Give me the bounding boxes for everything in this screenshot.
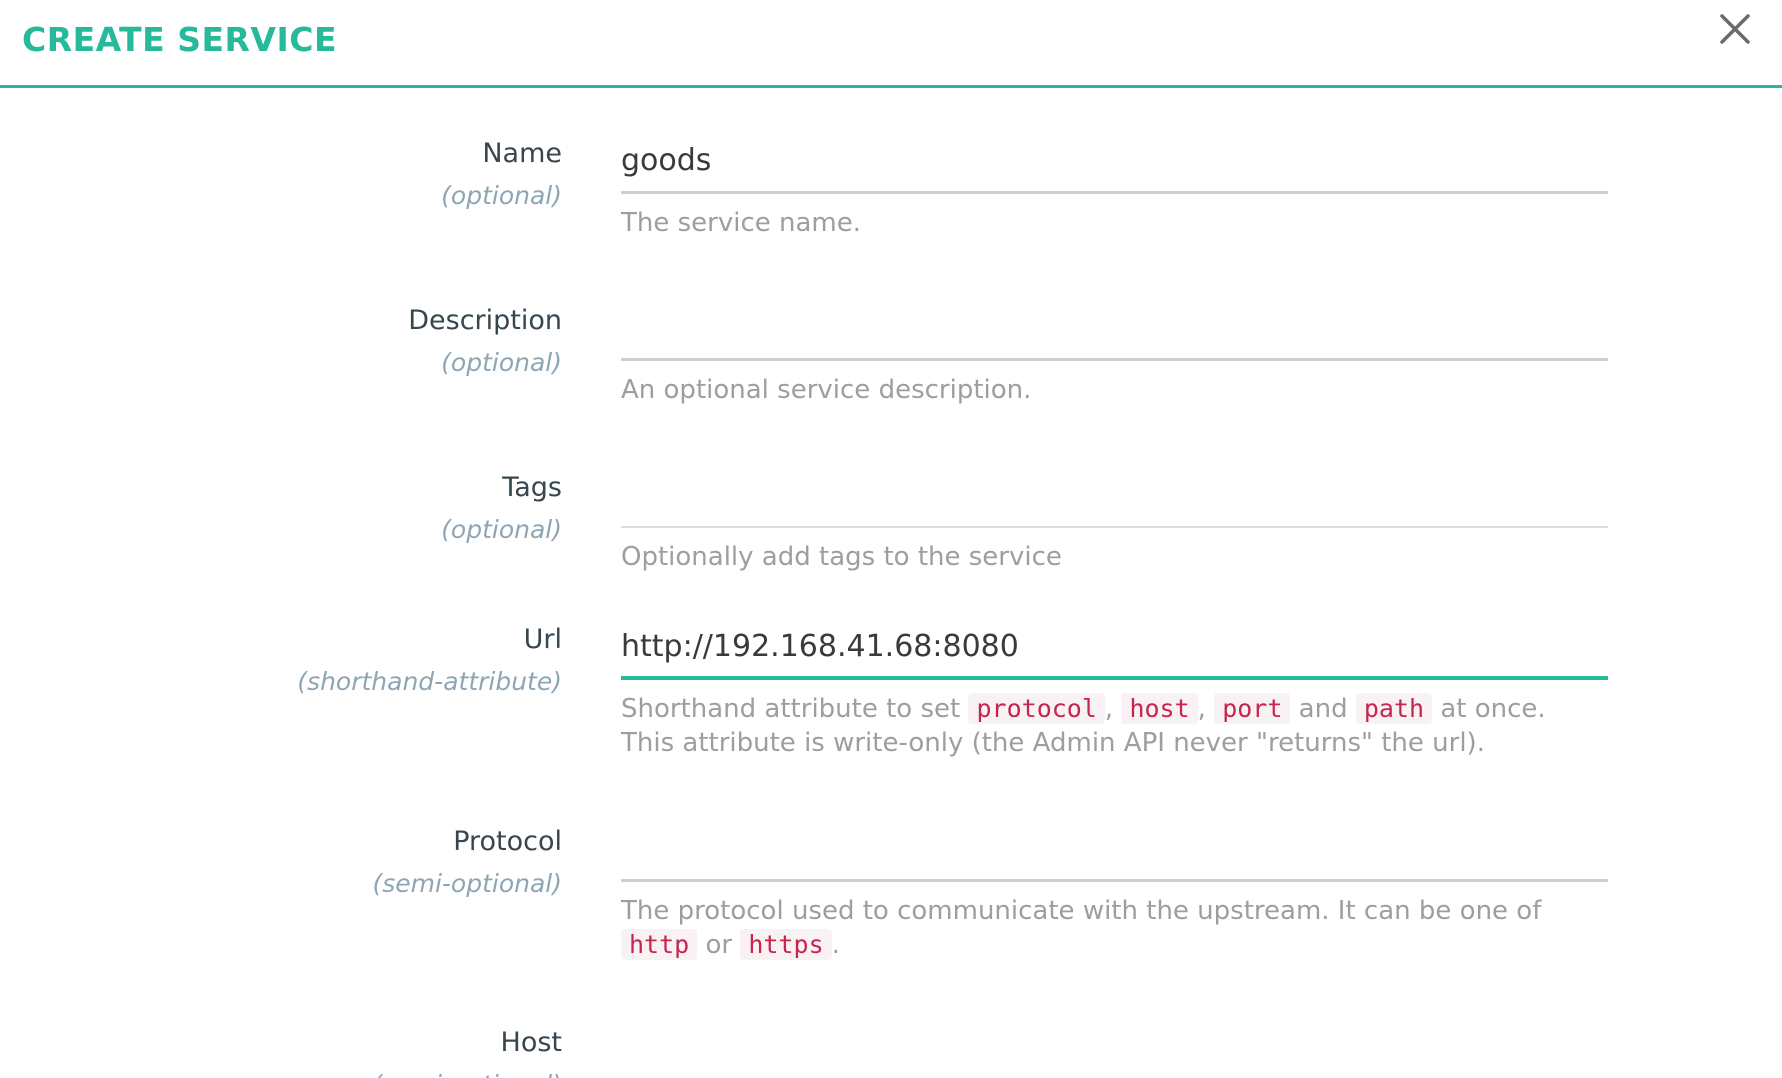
field-name-input-group: The service name. xyxy=(621,136,1608,240)
url-input[interactable] xyxy=(621,622,1608,680)
field-description-label: Description xyxy=(408,305,562,336)
field-host-label-group: Host (semi-optional) xyxy=(0,1025,562,1078)
dialog-header: CREATE SERVICE xyxy=(0,0,1782,88)
protocol-help-prefix: The protocol used to communicate with th… xyxy=(621,896,1542,926)
field-url-sublabel: (shorthand-attribute) xyxy=(297,667,562,696)
field-name-label-group: Name (optional) xyxy=(0,136,562,214)
field-tags-label-group: Tags (optional) xyxy=(0,470,562,548)
field-protocol-label-group: Protocol (semi-optional) xyxy=(0,824,562,902)
protocol-help-or: or xyxy=(705,930,733,960)
field-tags-input-group: Optionally add tags to the service xyxy=(621,470,1608,574)
code-path: path xyxy=(1355,693,1433,724)
code-http: http xyxy=(621,929,698,960)
url-help-and: and xyxy=(1298,694,1348,724)
tags-input[interactable] xyxy=(621,470,1608,528)
code-host: host xyxy=(1121,693,1198,724)
url-help-suffix: at once. xyxy=(1440,694,1546,724)
field-host-label: Host xyxy=(500,1027,562,1058)
field-url-label: Url xyxy=(523,624,562,655)
create-service-dialog: CREATE SERVICE Name (optional) The servi… xyxy=(0,0,1782,1078)
close-icon xyxy=(1720,14,1750,44)
url-help-sep2: , xyxy=(1197,694,1206,724)
dialog-title: CREATE SERVICE xyxy=(22,20,337,59)
field-name-sublabel: (optional) xyxy=(441,181,562,210)
field-url-input-group: Shorthand attribute to set protocol, hos… xyxy=(621,622,1608,760)
field-protocol-sublabel: (semi-optional) xyxy=(372,869,562,898)
name-help-text: The service name. xyxy=(621,208,862,238)
url-help-line2: This attribute is write-only (the Admin … xyxy=(621,728,1485,758)
protocol-help-text: The protocol used to communicate with th… xyxy=(621,894,1621,962)
code-protocol: protocol xyxy=(968,693,1105,724)
field-url-label-group: Url (shorthand-attribute) xyxy=(0,622,562,700)
code-https: https xyxy=(740,929,832,960)
field-protocol-input-group: The protocol used to communicate with th… xyxy=(621,824,1608,962)
protocol-input[interactable] xyxy=(621,824,1608,882)
description-help-text: An optional service description. xyxy=(621,375,1032,405)
field-host-sublabel: (semi-optional) xyxy=(0,1067,562,1078)
code-port: port xyxy=(1214,693,1291,724)
description-input[interactable] xyxy=(621,303,1608,361)
url-help-prefix: Shorthand attribute to set xyxy=(621,694,961,724)
field-description-sublabel: (optional) xyxy=(441,348,562,377)
field-name-label: Name xyxy=(482,138,562,169)
field-description-input-group: An optional service description. xyxy=(621,303,1608,407)
close-button[interactable] xyxy=(1710,10,1760,60)
field-protocol-label: Protocol xyxy=(453,826,562,857)
field-description-label-group: Description (optional) xyxy=(0,303,562,381)
tags-help-text: Optionally add tags to the service xyxy=(621,542,1062,572)
protocol-help-end: . xyxy=(831,930,840,960)
name-input[interactable] xyxy=(621,136,1608,194)
field-tags-label: Tags xyxy=(502,472,562,503)
url-help-sep1: , xyxy=(1104,694,1114,724)
field-tags-sublabel: (optional) xyxy=(441,515,562,544)
url-help-text: Shorthand attribute to set protocol, hos… xyxy=(621,692,1621,760)
